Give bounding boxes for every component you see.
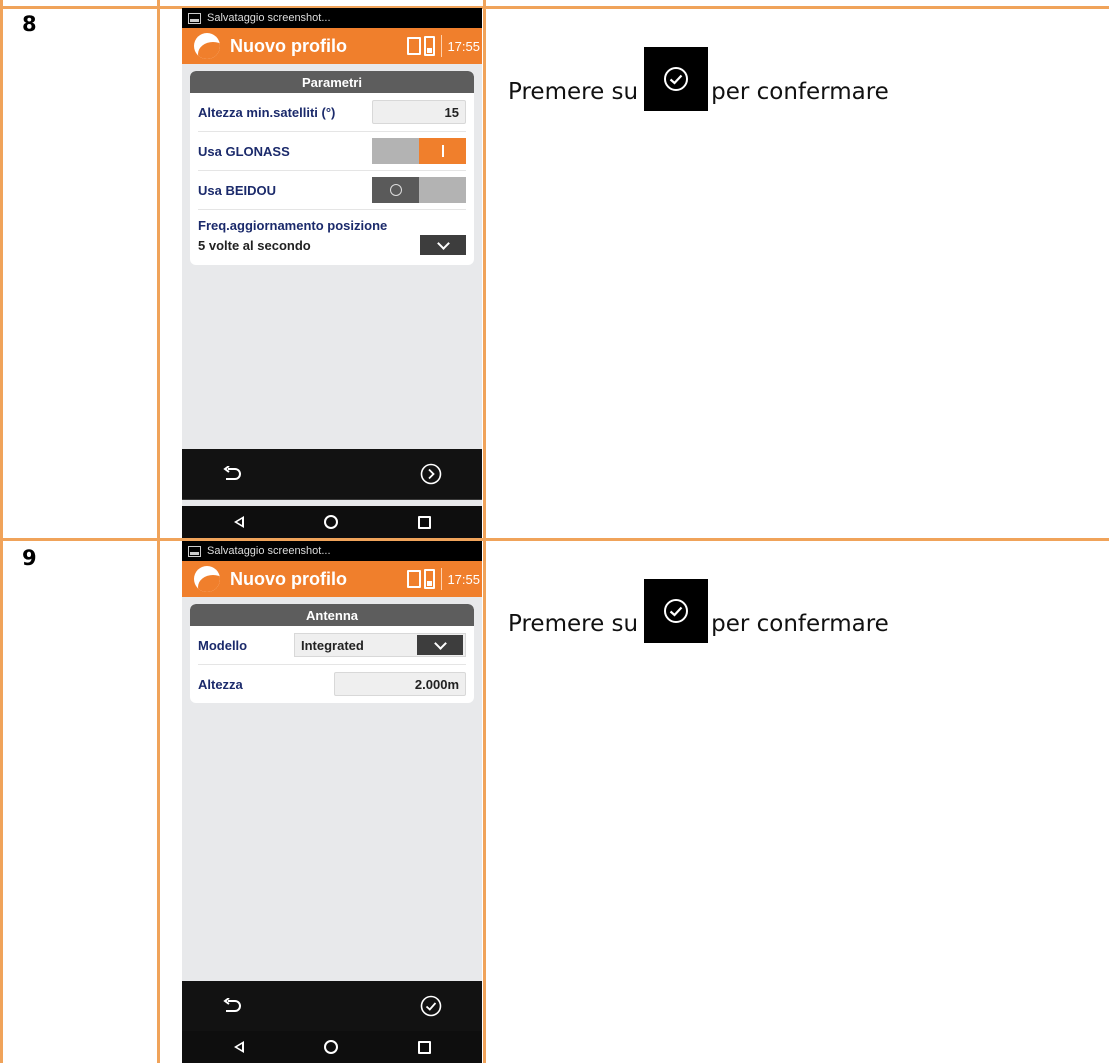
bottom-toolbar bbox=[182, 981, 482, 1031]
step-number: 9 bbox=[22, 546, 37, 570]
clock: 17:55 bbox=[447, 571, 480, 587]
next-circle-icon[interactable] bbox=[420, 463, 442, 485]
nav-back-icon[interactable] bbox=[233, 516, 244, 528]
bottom-toolbar bbox=[182, 449, 482, 499]
phone-screenshot: Salvataggio screenshot... Nuovo profilo … bbox=[182, 8, 482, 538]
model-value: Integrated bbox=[301, 637, 364, 653]
beidou-row: Usa BEIDOU bbox=[198, 171, 466, 210]
check-circle-icon bbox=[644, 47, 709, 111]
chevron-down-icon[interactable] bbox=[417, 635, 463, 655]
separator bbox=[441, 35, 443, 57]
glonass-label: Usa GLONASS bbox=[198, 143, 290, 159]
instruction-after: per confermare bbox=[711, 79, 889, 105]
nav-recent-icon[interactable] bbox=[417, 515, 431, 529]
back-arrow-icon[interactable] bbox=[222, 998, 242, 1014]
table-column-divider-2 bbox=[483, 0, 486, 1063]
chevron-down-icon[interactable] bbox=[420, 235, 466, 255]
app-logo-icon[interactable] bbox=[194, 566, 220, 592]
update-frequency-value: 5 volte al secondo bbox=[198, 237, 311, 253]
instruction-text: Premere su per confermare bbox=[508, 47, 889, 124]
android-nav-bar bbox=[182, 506, 482, 538]
height-input[interactable]: 2.000m bbox=[334, 672, 466, 696]
app-bar-status: 17:55 bbox=[407, 28, 482, 64]
phone-screenshot: Salvataggio screenshot... Nuovo profilo … bbox=[182, 541, 482, 1063]
app-logo-icon[interactable] bbox=[194, 33, 220, 59]
table-border-top bbox=[0, 6, 1109, 9]
back-arrow-icon[interactable] bbox=[222, 466, 242, 482]
separator bbox=[441, 568, 443, 590]
height-label: Altezza bbox=[198, 676, 243, 692]
system-status-bar: Salvataggio screenshot... bbox=[182, 8, 482, 28]
screenshot-icon bbox=[188, 12, 201, 24]
nav-home-icon[interactable] bbox=[323, 1040, 338, 1054]
nav-recent-icon[interactable] bbox=[417, 1040, 431, 1054]
app-title: Nuovo profilo bbox=[230, 35, 347, 56]
model-select[interactable]: Integrated bbox=[294, 633, 466, 657]
table-column-divider-1 bbox=[157, 0, 160, 1063]
min-altitude-label: Altezza min.satelliti (°) bbox=[198, 104, 336, 120]
status-text: Salvataggio screenshot... bbox=[207, 545, 331, 557]
step-number: 8 bbox=[22, 12, 37, 36]
system-status-bar: Salvataggio screenshot... bbox=[182, 541, 482, 561]
model-label: Modello bbox=[198, 637, 248, 653]
update-frequency-select[interactable]: 5 volte al secondo bbox=[198, 235, 466, 255]
instruction-table: 8 Salvataggio screenshot... Nuovo profil… bbox=[0, 0, 1109, 1063]
screenshot-icon bbox=[188, 545, 201, 557]
antenna-panel: Antenna Modello Integrated Altezza 2.000… bbox=[190, 604, 474, 703]
clock: 17:55 bbox=[447, 38, 480, 54]
nav-home-icon[interactable] bbox=[323, 515, 338, 529]
check-circle-icon[interactable] bbox=[420, 995, 442, 1017]
glonass-row: Usa GLONASS bbox=[198, 132, 466, 171]
status-text: Salvataggio screenshot... bbox=[207, 12, 331, 24]
table-border-left bbox=[0, 0, 3, 1063]
instruction-after: per confermare bbox=[711, 611, 889, 637]
android-nav-bar bbox=[182, 1031, 482, 1063]
nav-back-icon[interactable] bbox=[233, 1041, 244, 1053]
battery-icon[interactable] bbox=[407, 569, 436, 589]
model-row: Modello Integrated bbox=[198, 626, 466, 665]
instruction-before: Premere su bbox=[508, 79, 639, 105]
update-frequency-label: Freq.aggiornamento posizione bbox=[198, 218, 388, 233]
app-bar: Nuovo profilo 17:55 bbox=[182, 561, 482, 597]
app-title: Nuovo profilo bbox=[230, 568, 347, 589]
height-row: Altezza 2.000m bbox=[198, 665, 466, 703]
beidou-toggle[interactable] bbox=[372, 177, 466, 203]
app-bar-status: 17:55 bbox=[407, 561, 482, 597]
panel-title: Parametri bbox=[190, 71, 474, 93]
panel-title: Antenna bbox=[190, 604, 474, 626]
app-bar: Nuovo profilo 17:55 bbox=[182, 28, 482, 64]
min-altitude-row: Altezza min.satelliti (°) 15 bbox=[198, 93, 466, 132]
table-row-divider bbox=[0, 538, 1109, 541]
check-circle-icon bbox=[644, 579, 709, 643]
update-frequency-field: Freq.aggiornamento posizione 5 volte al … bbox=[198, 210, 466, 265]
battery-icon[interactable] bbox=[407, 36, 436, 56]
glonass-toggle[interactable] bbox=[372, 138, 466, 164]
instruction-text: Premere su per confermare bbox=[508, 579, 889, 656]
instruction-before: Premere su bbox=[508, 611, 639, 637]
min-altitude-input[interactable]: 15 bbox=[372, 100, 466, 124]
parameters-panel: Parametri Altezza min.satelliti (°) 15 U… bbox=[190, 71, 474, 265]
beidou-label: Usa BEIDOU bbox=[198, 182, 277, 198]
divider bbox=[182, 499, 482, 500]
